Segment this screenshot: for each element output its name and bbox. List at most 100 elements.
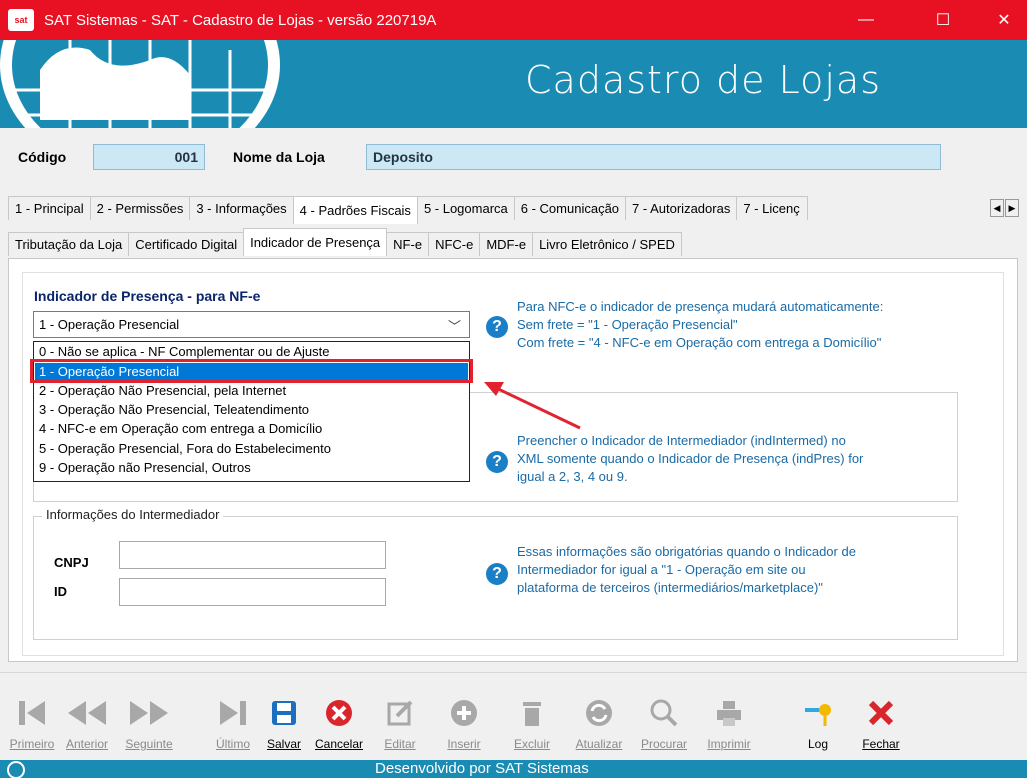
plus-icon — [440, 695, 488, 731]
tab-nfce[interactable]: NFC-e — [428, 232, 481, 256]
codigo-label: Código — [18, 149, 67, 165]
primeiro-label: Primeiro — [9, 737, 55, 751]
primeiro-button[interactable]: Primeiro — [8, 695, 56, 751]
globe-logo-icon — [0, 40, 280, 128]
id-input[interactable] — [119, 578, 386, 606]
info-nfce: Para NFC-e o indicador de presença mudar… — [517, 298, 883, 352]
bottom-toolbar: Primeiro Anterior Seguinte Último Salvar… — [0, 672, 1027, 760]
tab-comunicacao[interactable]: 6 - Comunicação — [513, 196, 627, 220]
imprimir-label: Imprimir — [707, 737, 751, 751]
tab-indicador-presenca[interactable]: Indicador de Presença — [243, 228, 388, 256]
banner: Cadastro de Lojas — [0, 40, 1027, 128]
cancelar-label: Cancelar — [314, 737, 364, 751]
log-label: Log — [807, 737, 829, 751]
info-interm-line3: igual a 2, 3, 4 ou 9. — [517, 469, 628, 484]
info-nfce-line1: Para NFC-e o indicador de presença mudar… — [517, 299, 884, 314]
dropdown-option[interactable]: 3 - Operação Não Presencial, Teleatendim… — [35, 401, 468, 420]
seguinte-button[interactable]: Seguinte — [118, 695, 180, 751]
tab-autorizadoras[interactable]: 7 - Autorizadoras — [625, 196, 738, 220]
log-button[interactable]: Log — [800, 695, 836, 751]
ultimo-button[interactable]: Último — [210, 695, 256, 751]
cnpj-input[interactable] — [119, 541, 386, 569]
tab-nfe[interactable]: NF-e — [386, 232, 430, 256]
fechar-label: Fechar — [862, 737, 900, 751]
info-obrig-line3: plataforma de terceiros (intermediários/… — [517, 580, 823, 595]
fechar-button[interactable]: Fechar — [856, 695, 906, 751]
dropdown-option[interactable]: 4 - NFC-e em Operação com entrega a Domi… — [35, 420, 468, 439]
annotation-arrow-icon — [484, 382, 581, 430]
inserir-button[interactable]: Inserir — [440, 695, 488, 751]
info-interm-line2: XML somente quando o Indicador de Presen… — [517, 451, 864, 466]
tab-principal[interactable]: 1 - Principal — [8, 196, 91, 220]
chevron-down-icon: ﹀ — [447, 319, 461, 334]
tab-mdfe[interactable]: MDF-e — [479, 232, 534, 256]
info-interm-line1: Preencher o Indicador de Intermediador (… — [517, 433, 846, 448]
maximize-button[interactable]: ☐ — [920, 0, 966, 40]
dropdown-option[interactable]: 9 - Operação não Presencial, Outros — [35, 459, 468, 478]
key-icon — [800, 695, 836, 731]
info-obrig-line1: Essas informações são obrigatórias quand… — [517, 544, 856, 559]
tab-padroes-fiscais[interactable]: 4 - Padrões Fiscais — [292, 196, 418, 224]
presenca-select[interactable]: 1 - Operação Presencial ﹀ — [33, 311, 470, 338]
status-bar: Desenvolvido por SAT Sistemas — [0, 760, 1027, 778]
ultimo-label: Último — [215, 737, 250, 751]
tab-permissoes[interactable]: 2 - Permissões — [89, 196, 191, 220]
inserir-label: Inserir — [447, 737, 481, 751]
trash-icon — [506, 695, 558, 731]
excluir-label: Excluir — [513, 737, 550, 751]
codigo-field[interactable]: 001 — [93, 144, 205, 170]
salvar-button[interactable]: Salvar — [262, 695, 306, 751]
tab-informacoes[interactable]: 3 - Informações — [189, 196, 294, 220]
last-record-icon — [210, 695, 256, 731]
globe-icon — [7, 761, 25, 778]
tab-scroll-right-icon[interactable]: ▶ — [1005, 199, 1019, 217]
excluir-button[interactable]: Excluir — [506, 695, 558, 751]
edit-icon — [376, 695, 424, 731]
first-record-icon — [8, 695, 56, 731]
cancelar-button[interactable]: Cancelar — [308, 695, 370, 751]
anterior-button[interactable]: Anterior — [60, 695, 114, 751]
title-bar: sat SAT Sistemas - SAT - Cadastro de Loj… — [0, 0, 1027, 40]
next-icon — [118, 695, 180, 731]
close-button[interactable]: ✕ — [981, 0, 1027, 40]
help-icon[interactable]: ? — [486, 563, 508, 585]
editar-button[interactable]: Editar — [376, 695, 424, 751]
atualizar-button[interactable]: Atualizar — [566, 695, 632, 751]
tab-licenca[interactable]: 7 - Licenç — [736, 196, 809, 220]
cancel-icon — [308, 695, 370, 731]
presenca-title: Indicador de Presença - para NF-e — [34, 288, 261, 304]
window-title: SAT Sistemas - SAT - Cadastro de Lojas -… — [44, 11, 437, 29]
minimize-button[interactable]: — — [843, 0, 889, 40]
info-obrig-line2: Intermediador for igual a "1 - Operação … — [517, 562, 806, 577]
editar-label: Editar — [384, 737, 416, 751]
save-icon — [262, 695, 306, 731]
tab-scroll-left-icon[interactable]: ◀ — [990, 199, 1004, 217]
tab-logomarca[interactable]: 5 - Logomarca — [416, 196, 515, 220]
intermediador-group-title: Informações do Intermediador — [42, 507, 224, 522]
dropdown-option[interactable]: 2 - Operação Não Presencial, pela Intern… — [35, 382, 468, 401]
procurar-button[interactable]: Procurar — [634, 695, 694, 751]
main-tabs: 1 - Principal 2 - Permissões 3 - Informa… — [8, 196, 809, 224]
tab-certificado[interactable]: Certificado Digital — [128, 232, 245, 256]
nome-loja-field[interactable]: Deposito — [366, 144, 941, 170]
tab-tributacao[interactable]: Tributação da Loja — [8, 232, 130, 256]
sub-tabs: Tributação da Loja Certificado Digital I… — [8, 228, 682, 258]
cnpj-label: CNPJ — [54, 555, 89, 570]
help-icon[interactable]: ? — [486, 316, 508, 338]
salvar-label: Salvar — [266, 737, 301, 751]
procurar-label: Procurar — [640, 737, 687, 751]
print-icon — [698, 695, 760, 731]
imprimir-button[interactable]: Imprimir — [698, 695, 760, 751]
close-x-icon — [856, 695, 906, 731]
highlight-annotation-box — [30, 359, 473, 383]
tab-livro-sped[interactable]: Livro Eletrônico / SPED — [532, 232, 682, 256]
refresh-icon — [566, 695, 632, 731]
seguinte-label: Seguinte — [125, 737, 173, 751]
dropdown-option[interactable]: 5 - Operação Presencial, Fora do Estabel… — [35, 440, 468, 459]
info-nfce-line3: Com frete = "4 - NFC-e em Operação com e… — [517, 335, 882, 350]
help-icon[interactable]: ? — [486, 451, 508, 473]
atualizar-label: Atualizar — [575, 737, 623, 751]
status-text: Desenvolvido por SAT Sistemas — [375, 760, 589, 777]
search-icon — [634, 695, 694, 731]
presenca-select-value: 1 - Operação Presencial — [39, 317, 180, 332]
